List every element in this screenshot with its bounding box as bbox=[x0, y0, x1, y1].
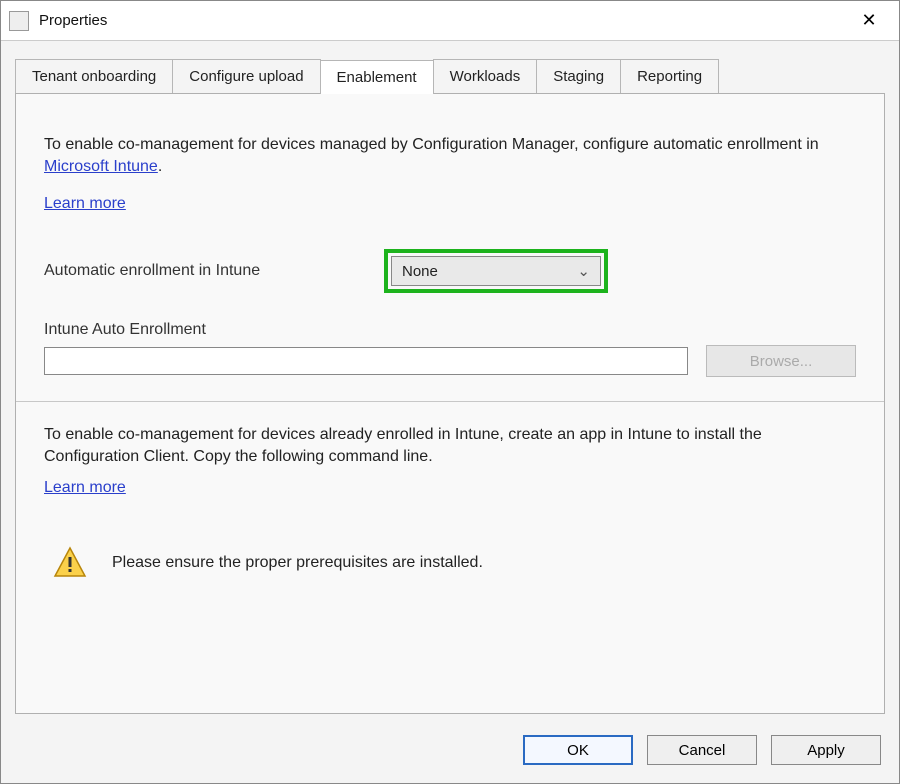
auto-enrollment-highlight: None ⌄ bbox=[384, 249, 608, 293]
tab-staging[interactable]: Staging bbox=[536, 59, 621, 93]
dialog-button-bar: OK Cancel Apply bbox=[523, 735, 881, 765]
auto-enrollment-row: Automatic enrollment in Intune None ⌄ bbox=[44, 249, 856, 293]
content-area: Tenant onboarding Configure upload Enabl… bbox=[1, 41, 899, 714]
close-button[interactable]: ✕ bbox=[847, 1, 891, 40]
intune-auto-row: Browse... bbox=[44, 345, 856, 377]
warning-icon bbox=[52, 545, 88, 581]
browse-button: Browse... bbox=[706, 345, 856, 377]
auto-enrollment-value: None bbox=[402, 263, 438, 280]
tab-configure-upload[interactable]: Configure upload bbox=[172, 59, 320, 93]
properties-window: Properties ✕ Tenant onboarding Configure… bbox=[0, 0, 900, 784]
tab-reporting[interactable]: Reporting bbox=[620, 59, 719, 93]
tab-panel-enablement: To enable co-management for devices mana… bbox=[15, 94, 885, 714]
intune-auto-label: Intune Auto Enrollment bbox=[44, 321, 856, 339]
divider bbox=[16, 401, 884, 402]
tab-tenant-onboarding[interactable]: Tenant onboarding bbox=[15, 59, 173, 93]
ok-button[interactable]: OK bbox=[523, 735, 633, 765]
desc-text-1: To enable co-management for devices mana… bbox=[44, 136, 819, 153]
titlebar: Properties ✕ bbox=[1, 1, 899, 41]
learn-more-link-1[interactable]: Learn more bbox=[44, 195, 126, 213]
tab-enablement[interactable]: Enablement bbox=[320, 60, 434, 94]
tab-bar: Tenant onboarding Configure upload Enabl… bbox=[15, 59, 885, 94]
enablement-description-2: To enable co-management for devices alre… bbox=[44, 424, 856, 467]
tab-workloads[interactable]: Workloads bbox=[433, 59, 538, 93]
intune-auto-input[interactable] bbox=[44, 347, 688, 375]
apply-button[interactable]: Apply bbox=[771, 735, 881, 765]
close-icon: ✕ bbox=[861, 10, 876, 31]
warning-text: Please ensure the proper prerequisites a… bbox=[112, 554, 483, 572]
window-title: Properties bbox=[39, 12, 847, 29]
enablement-description: To enable co-management for devices mana… bbox=[44, 134, 856, 177]
chevron-down-icon: ⌄ bbox=[577, 262, 590, 280]
cancel-button[interactable]: Cancel bbox=[647, 735, 757, 765]
microsoft-intune-link[interactable]: Microsoft Intune bbox=[44, 158, 158, 175]
auto-enrollment-dropdown[interactable]: None ⌄ bbox=[391, 256, 601, 286]
auto-enrollment-label: Automatic enrollment in Intune bbox=[44, 262, 384, 280]
learn-more-link-2[interactable]: Learn more bbox=[44, 479, 126, 497]
app-icon bbox=[9, 11, 29, 31]
warning-row: Please ensure the proper prerequisites a… bbox=[44, 545, 856, 581]
desc-text-2: . bbox=[158, 158, 162, 175]
